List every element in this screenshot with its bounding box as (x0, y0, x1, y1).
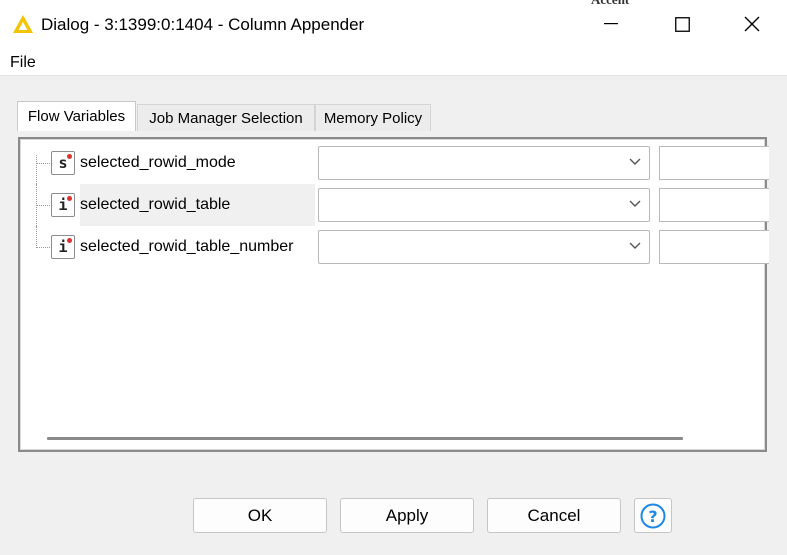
variable-name: selected_rowid_table_number (80, 238, 294, 255)
chevron-down-icon (629, 242, 641, 249)
integer-type-icon: i (51, 193, 75, 217)
help-button[interactable]: ? (634, 498, 672, 533)
tree-connector (36, 247, 50, 248)
tab-job-manager-selection[interactable]: Job Manager Selection (137, 104, 315, 131)
maximize-button[interactable] (659, 0, 705, 48)
help-icon: ? (640, 503, 666, 528)
variable-row: i selected_rowid_table (22, 184, 769, 226)
close-icon (744, 16, 760, 32)
tree-connector (36, 163, 50, 164)
svg-text:?: ? (648, 507, 657, 526)
variable-text-field[interactable] (659, 188, 769, 222)
window-title: Dialog - 3:1399:0:1404 - Column Appender (41, 15, 365, 34)
cancel-button[interactable]: Cancel (487, 498, 621, 533)
apply-button[interactable]: Apply (340, 498, 474, 533)
variable-row: i selected_rowid_table_number (22, 226, 769, 268)
variable-text-field[interactable] (659, 230, 769, 264)
menu-file[interactable]: File (10, 54, 36, 72)
close-button[interactable] (729, 0, 775, 48)
flow-variables-panel: s selected_rowid_mode i selected_rowid_t… (18, 137, 769, 452)
variable-select[interactable] (318, 146, 650, 180)
tree-connector (36, 155, 37, 184)
horizontal-scrollbar[interactable] (47, 437, 683, 440)
maximize-icon (674, 16, 690, 32)
variable-select[interactable] (318, 230, 650, 264)
knime-triangle-icon (13, 15, 33, 33)
variable-select[interactable] (318, 188, 650, 222)
tree-connector (36, 205, 50, 206)
integer-type-icon: i (51, 235, 75, 259)
variables-tree: s selected_rowid_mode i selected_rowid_t… (20, 139, 769, 450)
tab-memory-policy[interactable]: Memory Policy (315, 104, 431, 131)
variable-name: selected_rowid_table (80, 196, 231, 213)
title-bar: Dialog - 3:1399:0:1404 - Column Appender… (0, 0, 787, 48)
minimize-button[interactable] (588, 0, 634, 48)
tree-connector (36, 226, 37, 248)
chevron-down-icon (629, 158, 641, 165)
variable-name: selected_rowid_mode (80, 154, 236, 171)
chevron-down-icon (629, 200, 641, 207)
menu-bar: File (0, 48, 787, 76)
tab-flow-variables[interactable]: Flow Variables (17, 101, 136, 131)
string-type-icon: s (51, 151, 75, 175)
variable-row: s selected_rowid_mode (22, 142, 769, 184)
minimize-icon (604, 23, 618, 25)
ok-button[interactable]: OK (193, 498, 327, 533)
variable-text-field[interactable] (659, 146, 769, 180)
